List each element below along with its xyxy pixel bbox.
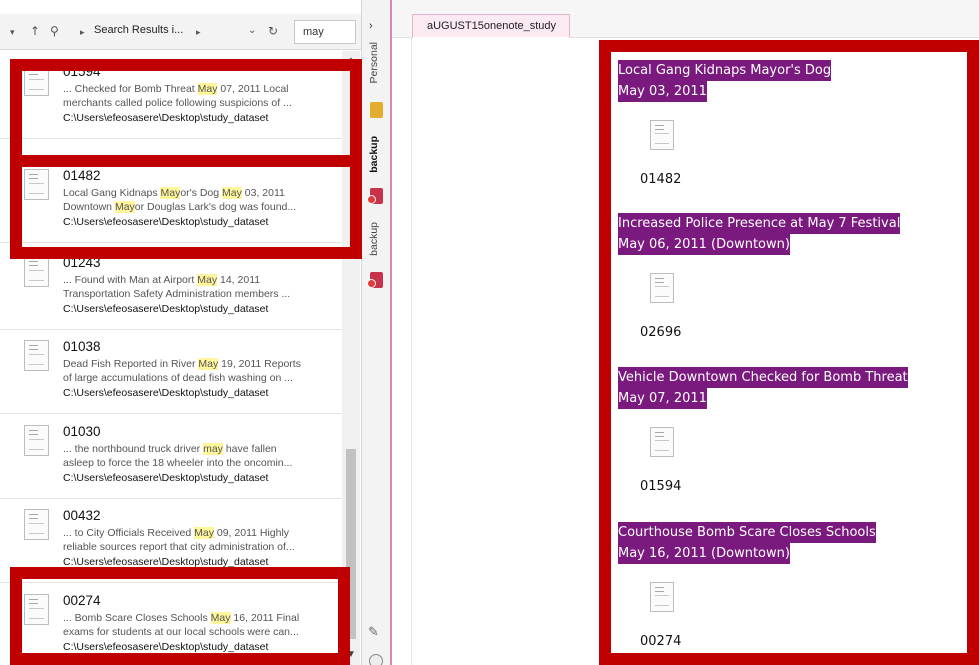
search-toolbar: ▾ ↑ ⚲ ▸ Search Results i... ▸ ⌄ ↻ may	[0, 14, 361, 50]
result-title: 01594	[63, 64, 101, 79]
attached-file-label: 01594	[640, 479, 682, 494]
result-path: C:\Users\efeosasere\Desktop\study_datase…	[63, 472, 269, 484]
note-title[interactable]: Increased Police Presence at May 7 Festi…	[618, 213, 901, 234]
result-title: 01038	[63, 339, 101, 354]
search-result-item[interactable]: 00274 ... Bomb Scare Closes Schools May 1…	[0, 586, 342, 665]
dropdown-chevron-icon[interactable]: ⌄	[248, 22, 256, 40]
note-page-area: aUGUST15onenote_study Local Gang Kidnaps…	[392, 0, 979, 665]
result-path: C:\Users\efeosasere\Desktop\study_datase…	[63, 556, 269, 568]
search-result-item[interactable]: 01038 Dead Fish Reported in River May 19,…	[0, 332, 342, 414]
scroll-down-icon[interactable]: ▼	[345, 649, 357, 660]
attached-file-icon[interactable]	[650, 582, 674, 612]
attached-file-icon[interactable]	[650, 273, 674, 303]
result-snippet: Local Gang Kidnaps Mayor's Dog May 03, 2…	[63, 187, 297, 213]
notebook-tab-backup[interactable]: backup	[368, 136, 380, 173]
attached-file-label: 02696	[640, 325, 682, 340]
search-hit-highlight: May	[114, 201, 135, 213]
note-title[interactable]: Vehicle Downtown Checked for Bomb Threat	[618, 367, 908, 388]
search-results-panel: ▾ ↑ ⚲ ▸ Search Results i... ▸ ⌄ ↻ may 01…	[0, 0, 362, 665]
attached-file-icon[interactable]	[650, 427, 674, 457]
result-title: 00432	[63, 508, 101, 523]
notebook-tab-personal[interactable]: Personal	[368, 42, 380, 83]
result-snippet: ... the northbound truck driver may have…	[63, 443, 293, 469]
document-icon	[24, 594, 49, 625]
result-snippet: ... Bomb Scare Closes Schools May 16, 20…	[63, 612, 300, 638]
collapse-icon[interactable]: ▾	[10, 24, 15, 42]
results-list: 01594 ... Checked for Bomb Threat May 07,…	[0, 51, 342, 665]
note-entry: Increased Police Presence at May 7 Festi…	[618, 213, 901, 340]
result-snippet: ... Found with Man at Airport May 14, 20…	[63, 274, 291, 300]
result-title: 01482	[63, 168, 101, 183]
note-title[interactable]: Local Gang Kidnaps Mayor's Dog	[618, 60, 832, 81]
document-icon	[24, 256, 49, 287]
result-title: 00274	[63, 593, 101, 608]
search-result-item[interactable]: 01482 Local Gang Kidnaps Mayor's Dog May …	[0, 161, 342, 243]
search-hit-highlight: May	[194, 527, 214, 539]
result-snippet: ... Checked for Bomb Threat May 07, 2011…	[63, 83, 292, 109]
search-icon: ⚲	[50, 24, 59, 38]
search-hit-highlight: May	[222, 187, 242, 199]
result-title: 01243	[63, 255, 101, 270]
document-icon	[24, 65, 49, 96]
search-all-icon[interactable]	[369, 654, 383, 665]
document-icon	[24, 340, 49, 371]
search-hit-highlight: may	[203, 443, 223, 455]
note-entry: Local Gang Kidnaps Mayor's Dog May 03, 20…	[618, 60, 832, 187]
note-date[interactable]: May 03, 2011	[618, 81, 707, 102]
notebook-tab-backup-2[interactable]: backup	[368, 222, 380, 256]
note-entry: Courthouse Bomb Scare Closes Schools May …	[618, 522, 876, 649]
breadcrumb[interactable]: Search Results i...	[94, 24, 183, 36]
result-path: C:\Users\efeosasere\Desktop\study_datase…	[63, 303, 269, 315]
notebook-sync-error-icon	[367, 272, 383, 288]
tab-section[interactable]: aUGUST15onenote_study	[412, 14, 570, 39]
result-snippet: Dead Fish Reported in River May 19, 2011…	[63, 358, 301, 384]
search-result-item[interactable]: 00432 ... to City Officials Received May …	[0, 501, 342, 583]
document-icon	[24, 169, 49, 200]
search-input[interactable]: may	[294, 20, 356, 44]
scroll-up-icon[interactable]: ▲	[345, 55, 357, 66]
search-hit-highlight: May	[197, 274, 218, 286]
section-tab-bar: aUGUST15onenote_study	[392, 0, 979, 39]
search-result-item[interactable]: 01594 ... Checked for Bomb Threat May 07,…	[0, 57, 342, 139]
quick-notes-icon[interactable]: ✎	[368, 624, 379, 640]
result-path: C:\Users\efeosasere\Desktop\study_datase…	[63, 641, 269, 653]
search-hit-highlight: May	[160, 187, 181, 199]
note-title[interactable]: Courthouse Bomb Scare Closes Schools	[618, 522, 876, 543]
search-hit-highlight: May	[198, 358, 219, 370]
note-date[interactable]: May 16, 2011 (Downtown)	[618, 543, 790, 564]
search-hit-highlight: May	[210, 612, 231, 624]
expand-arrow-icon[interactable]: ›	[369, 20, 373, 32]
result-snippet: ... to City Officials Received May 09, 2…	[63, 527, 295, 553]
results-scrollbar[interactable]: ▲ ▼	[342, 51, 360, 665]
document-icon	[24, 509, 49, 540]
note-entry: Vehicle Downtown Checked for Bomb Threat…	[618, 367, 908, 494]
note-date[interactable]: May 07, 2011	[618, 388, 707, 409]
result-path: C:\Users\efeosasere\Desktop\study_datase…	[63, 216, 269, 228]
attached-file-label: 01482	[640, 172, 682, 187]
scrollbar-thumb[interactable]	[346, 449, 356, 639]
notebook-icon	[370, 102, 383, 118]
notebook-sync-error-icon	[367, 188, 383, 204]
result-path: C:\Users\efeosasere\Desktop\study_datase…	[63, 112, 269, 124]
note-date[interactable]: May 06, 2011 (Downtown)	[618, 234, 790, 255]
document-icon	[24, 425, 49, 456]
search-hit-highlight: May	[197, 83, 218, 95]
up-arrow-icon[interactable]: ↑	[30, 22, 40, 40]
result-path: C:\Users\efeosasere\Desktop\study_datase…	[63, 387, 269, 399]
attached-file-icon[interactable]	[650, 120, 674, 150]
page-divider	[411, 38, 412, 665]
search-result-item[interactable]: 01243 ... Found with Man at Airport May 1…	[0, 248, 342, 330]
search-result-item[interactable]: 01030 ... the northbound truck driver may…	[0, 417, 342, 499]
result-title: 01030	[63, 424, 101, 439]
attached-file-label: 00274	[640, 634, 682, 649]
chevron-right-icon: ▸	[80, 28, 85, 38]
refresh-icon[interactable]: ↻	[268, 22, 278, 40]
notebook-strip: › Personal backup backup ✎	[362, 0, 392, 665]
chevron-right-icon: ▸	[196, 28, 201, 38]
